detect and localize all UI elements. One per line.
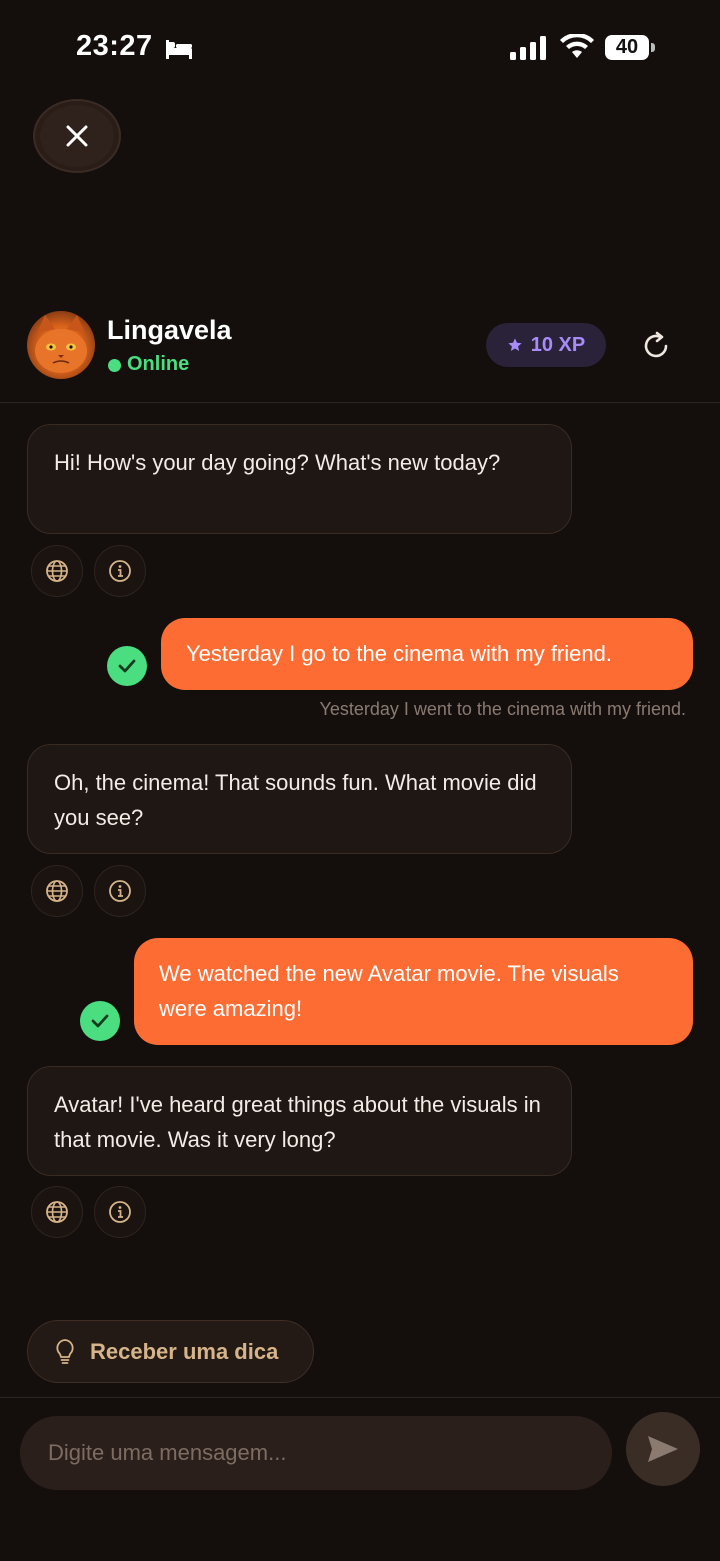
translate-button[interactable] bbox=[31, 1186, 83, 1238]
user-message-bubble: Yesterday I go to the cinema with my fri… bbox=[161, 618, 693, 690]
correct-check-badge bbox=[107, 646, 147, 686]
bot-message-bubble: Avatar! I've heard great things about th… bbox=[27, 1066, 572, 1176]
refresh-icon[interactable] bbox=[640, 330, 672, 362]
correction-text: Yesterday I went to the cinema with my f… bbox=[319, 699, 686, 719]
cat-avatar-image bbox=[35, 315, 87, 373]
online-status-text: Online bbox=[127, 353, 190, 375]
battery-indicator: 40 bbox=[605, 35, 649, 60]
message-input[interactable] bbox=[20, 1416, 612, 1490]
xp-value: 10 XP bbox=[530, 333, 586, 356]
send-button[interactable] bbox=[626, 1412, 700, 1486]
translate-button[interactable] bbox=[31, 545, 83, 597]
contact-name: Lingavela bbox=[107, 315, 232, 345]
xp-badge: 10 XP bbox=[486, 323, 606, 367]
check-icon bbox=[91, 1014, 109, 1028]
info-button[interactable] bbox=[94, 865, 146, 917]
online-status-dot bbox=[108, 359, 121, 372]
bot-message-text: Oh, the cinema! That sounds fun. What mo… bbox=[54, 770, 537, 830]
info-icon bbox=[109, 880, 131, 902]
bot-message-bubble: Hi! How's your day going? What's new tod… bbox=[27, 424, 572, 534]
translate-button[interactable] bbox=[31, 865, 83, 917]
info-button[interactable] bbox=[94, 545, 146, 597]
star-icon bbox=[508, 338, 522, 351]
get-hint-label: Receber uma dica bbox=[90, 1338, 279, 1364]
globe-icon bbox=[46, 880, 68, 902]
battery-cap bbox=[651, 43, 655, 52]
composer-divider bbox=[0, 1397, 720, 1398]
header-divider bbox=[0, 402, 720, 403]
status-time: 23:27 bbox=[76, 30, 153, 62]
wifi-icon bbox=[560, 34, 594, 58]
bed-icon bbox=[166, 40, 192, 59]
signal-icon bbox=[510, 36, 546, 60]
user-message-bubble: We watched the new Avatar movie. The vis… bbox=[134, 938, 693, 1045]
globe-icon bbox=[46, 1201, 68, 1223]
check-icon bbox=[118, 659, 136, 673]
user-message-text: We watched the new Avatar movie. The vis… bbox=[159, 961, 619, 1021]
get-hint-button[interactable]: Receber uma dica bbox=[27, 1320, 314, 1383]
bot-message-bubble: Oh, the cinema! That sounds fun. What mo… bbox=[27, 744, 572, 854]
user-message-text: Yesterday I go to the cinema with my fri… bbox=[186, 641, 612, 666]
info-icon bbox=[109, 1201, 131, 1223]
close-icon bbox=[66, 125, 88, 147]
globe-icon bbox=[46, 560, 68, 582]
bot-message-text: Avatar! I've heard great things about th… bbox=[54, 1092, 541, 1152]
correct-check-badge bbox=[80, 1001, 120, 1041]
info-icon bbox=[109, 560, 131, 582]
lightbulb-icon bbox=[56, 1338, 74, 1364]
info-button[interactable] bbox=[94, 1186, 146, 1238]
bot-message-text: Hi! How's your day going? What's new tod… bbox=[54, 450, 501, 475]
send-icon bbox=[648, 1436, 678, 1462]
avatar bbox=[27, 311, 95, 379]
close-button[interactable] bbox=[33, 99, 121, 173]
